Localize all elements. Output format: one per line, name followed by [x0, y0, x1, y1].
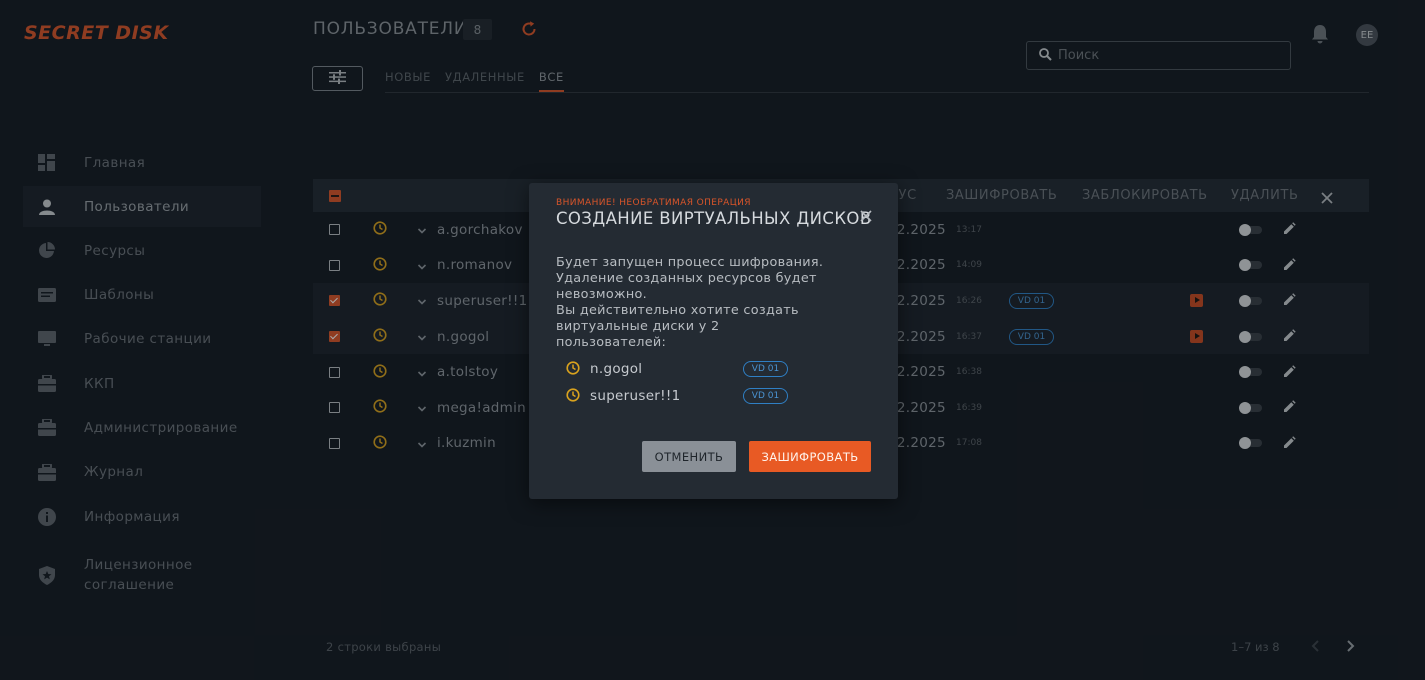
dialog-user-name: n.gogol: [590, 361, 643, 377]
cancel-button[interactable]: ОТМЕНИТЬ: [642, 441, 736, 472]
dialog-user-name: superuser!!1: [590, 388, 681, 404]
dialog-body: Будет запущен процесс шифрования. Удален…: [556, 255, 856, 351]
dialog-title: СОЗДАНИЕ ВИРТУАЛЬНЫХ ДИСКОВ: [556, 209, 872, 228]
close-icon[interactable]: [860, 207, 872, 226]
dialog-text: Будет запущен процесс шифрования.: [556, 255, 824, 270]
encrypt-button[interactable]: ЗАШИФРОВАТЬ: [749, 441, 871, 472]
dialog-warning: ВНИМАНИЕ! НЕОБРАТИМАЯ ОПЕРАЦИЯ: [556, 198, 751, 208]
dialog-text: Удаление созданных ресурсов будет невозм…: [556, 271, 817, 302]
vd-badge: VD 01: [743, 388, 788, 404]
clock-icon: [566, 387, 580, 406]
dialog-text: Вы действительно хотите создать виртуаль…: [556, 303, 799, 350]
vd-badge: VD 01: [743, 361, 788, 377]
encrypt-dialog: ВНИМАНИЕ! НЕОБРАТИМАЯ ОПЕРАЦИЯ СОЗДАНИЕ …: [529, 183, 898, 499]
dialog-user-row: n.gogol VD 01: [566, 360, 866, 378]
clock-icon: [566, 360, 580, 379]
dialog-user-row: superuser!!1 VD 01: [566, 387, 866, 405]
